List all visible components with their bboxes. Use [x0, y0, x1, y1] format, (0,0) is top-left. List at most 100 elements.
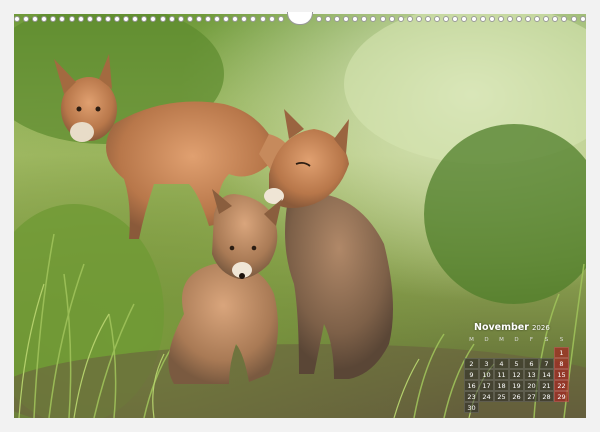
binding-hanger-notch — [286, 11, 313, 25]
calendar-day: 1 — [554, 347, 569, 358]
calendar-day — [509, 347, 524, 358]
binding-hole — [186, 16, 193, 22]
calendar-day: 12 — [509, 369, 524, 380]
binding-hole — [406, 16, 413, 22]
binding-hole — [415, 16, 422, 22]
calendar-day: 13 — [524, 369, 539, 380]
calendar-day — [464, 347, 479, 358]
binding-hole — [443, 16, 450, 22]
binding-hole — [114, 16, 121, 22]
binding-hole — [470, 16, 477, 22]
calendar-day — [479, 402, 494, 413]
binding-hole — [50, 16, 57, 22]
binding-hole — [361, 16, 368, 22]
calendar-day: 15 — [554, 369, 569, 380]
calendar-day — [524, 402, 539, 413]
binding-hole — [14, 16, 20, 22]
binding-hole — [68, 16, 75, 22]
binding-hole — [388, 16, 395, 22]
calendar-title: November 2026 — [474, 322, 574, 333]
calendar-month: November — [474, 322, 529, 333]
binding-hole — [268, 16, 275, 22]
binding-hole — [95, 16, 102, 22]
calendar-day: 8 — [554, 358, 569, 369]
calendar-page: November 2026 M D M D F S S 1 2 3 4 5 6 7 8 9 10 11 12 13 14 1… — [0, 0, 600, 432]
binding-hole — [334, 16, 341, 22]
calendar-day: 2 — [464, 358, 479, 369]
calendar-day: 27 — [524, 391, 539, 402]
binding-hole — [352, 16, 359, 22]
calendar-weekday: D — [484, 337, 489, 343]
binding-hole — [195, 16, 202, 22]
binding-hole — [23, 16, 30, 22]
binding-hole — [534, 16, 541, 22]
binding-hole — [397, 16, 404, 22]
binding-hole — [177, 16, 184, 22]
fox-cub-right — [264, 109, 393, 379]
binding-hole — [32, 16, 39, 22]
calendar-weekday: F — [529, 337, 534, 343]
binding-hole — [425, 16, 432, 22]
calendar-year: 2026 — [531, 324, 550, 332]
calendar-day — [539, 402, 554, 413]
binding-hole — [223, 16, 230, 22]
calendar-day: 18 — [494, 380, 509, 391]
binding-hole — [241, 16, 248, 22]
calendar-day: 22 — [554, 380, 569, 391]
calendar-day — [554, 402, 569, 413]
calendar-day — [539, 347, 554, 358]
calendar-weekday: D — [514, 337, 519, 343]
binding-hole — [168, 16, 175, 22]
binding-hole — [123, 16, 130, 22]
binding-hole — [277, 16, 284, 22]
calendar-day: 25 — [494, 391, 509, 402]
calendar-day: 5 — [509, 358, 524, 369]
calendar-day: 30 — [464, 402, 479, 413]
calendar-day: 16 — [464, 380, 479, 391]
spiral-binding — [14, 11, 586, 25]
binding-hole — [370, 16, 377, 22]
calendar-day — [524, 347, 539, 358]
binding-hole — [461, 16, 468, 22]
calendar-day — [509, 402, 524, 413]
binding-hole — [204, 16, 211, 22]
calendar-day: 14 — [539, 369, 554, 380]
binding-hole — [452, 16, 459, 22]
binding-hole — [150, 16, 157, 22]
calendar-day: 24 — [479, 391, 494, 402]
calendar-day: 17 — [479, 380, 494, 391]
calendar-day: 3 — [479, 358, 494, 369]
fox-cub-left — [168, 189, 282, 384]
binding-hole — [325, 16, 331, 22]
binding-hole — [232, 16, 239, 22]
calendar-day: 6 — [524, 358, 539, 369]
calendar-weekday: M — [469, 337, 474, 343]
binding-hole — [579, 16, 586, 22]
binding-hole — [86, 16, 93, 22]
calendar-day: 28 — [539, 391, 554, 402]
calendar-day: 20 — [524, 380, 539, 391]
binding-hole — [159, 16, 166, 22]
calendar-day: 11 — [494, 369, 509, 380]
calendar-day: 4 — [494, 358, 509, 369]
binding-hole — [77, 16, 84, 22]
month-calendar: November 2026 M D M D F S S 1 2 3 4 5 6 7 8 9 10 11 12 13 14 1… — [464, 322, 574, 413]
calendar-day: 9 — [464, 369, 479, 380]
binding-hole — [497, 16, 504, 22]
binding-hole — [41, 16, 48, 22]
calendar-day: 10 — [479, 369, 494, 380]
calendar-day: 26 — [509, 391, 524, 402]
binding-hole — [479, 16, 486, 22]
calendar-day: 7 — [539, 358, 554, 369]
binding-hole — [141, 16, 148, 22]
calendar-day: 19 — [509, 380, 524, 391]
binding-hole — [343, 16, 350, 22]
binding-hole — [561, 16, 568, 22]
calendar-day: 21 — [539, 380, 554, 391]
calendar-day — [494, 347, 509, 358]
binding-hole — [132, 16, 139, 22]
calendar-day — [479, 347, 494, 358]
binding-hole — [379, 16, 386, 22]
calendar-weekday: M — [499, 337, 504, 343]
binding-hole — [104, 16, 111, 22]
